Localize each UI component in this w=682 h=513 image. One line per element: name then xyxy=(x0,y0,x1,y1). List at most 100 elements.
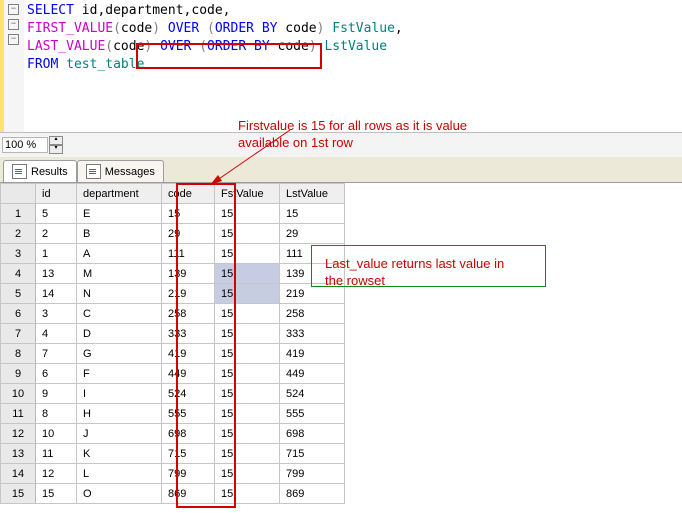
cell-code[interactable]: 219 xyxy=(162,284,215,304)
cell-fstvalue[interactable]: 15 xyxy=(215,304,280,324)
table-row[interactable]: 109I52415524 xyxy=(1,384,345,404)
col-header-id[interactable]: id xyxy=(36,184,77,204)
table-row[interactable]: 87G41915419 xyxy=(1,344,345,364)
cell-department[interactable]: I xyxy=(77,384,162,404)
rownum[interactable]: 9 xyxy=(1,364,36,384)
cell-fstvalue[interactable]: 15 xyxy=(215,444,280,464)
zoom-spinner[interactable]: ▴▾ xyxy=(49,136,63,154)
cell-lstvalue[interactable]: 333 xyxy=(280,324,345,344)
cell-lstvalue[interactable]: 258 xyxy=(280,304,345,324)
cell-code[interactable]: 333 xyxy=(162,324,215,344)
cell-code[interactable]: 869 xyxy=(162,484,215,504)
rownum[interactable]: 15 xyxy=(1,484,36,504)
cell-fstvalue[interactable]: 15 xyxy=(215,204,280,224)
cell-id[interactable]: 6 xyxy=(36,364,77,384)
cell-department[interactable]: L xyxy=(77,464,162,484)
col-header-department[interactable]: department xyxy=(77,184,162,204)
cell-id[interactable]: 11 xyxy=(36,444,77,464)
cell-lstvalue[interactable]: 15 xyxy=(280,204,345,224)
tab-messages[interactable]: Messages xyxy=(77,160,164,182)
table-row[interactable]: 1210J69815698 xyxy=(1,424,345,444)
table-row[interactable]: 22B291529 xyxy=(1,224,345,244)
table-row[interactable]: 63C25815258 xyxy=(1,304,345,324)
table-row[interactable]: 1515O86915869 xyxy=(1,484,345,504)
cell-department[interactable]: F xyxy=(77,364,162,384)
cell-code[interactable]: 29 xyxy=(162,224,215,244)
table-row[interactable]: 118H55515555 xyxy=(1,404,345,424)
cell-id[interactable]: 12 xyxy=(36,464,77,484)
cell-fstvalue[interactable]: 15 xyxy=(215,384,280,404)
cell-code[interactable]: 15 xyxy=(162,204,215,224)
cell-id[interactable]: 5 xyxy=(36,204,77,224)
cell-fstvalue[interactable]: 15 xyxy=(215,284,280,304)
cell-code[interactable]: 698 xyxy=(162,424,215,444)
cell-id[interactable]: 1 xyxy=(36,244,77,264)
cell-lstvalue[interactable]: 555 xyxy=(280,404,345,424)
rownum[interactable]: 6 xyxy=(1,304,36,324)
cell-fstvalue[interactable]: 15 xyxy=(215,464,280,484)
cell-code[interactable]: 715 xyxy=(162,444,215,464)
rownum[interactable]: 14 xyxy=(1,464,36,484)
cell-fstvalue[interactable]: 15 xyxy=(215,364,280,384)
cell-department[interactable]: J xyxy=(77,424,162,444)
fold-toggle[interactable]: − xyxy=(8,34,19,45)
code-text[interactable]: SELECT id,department,code, FIRST_VALUE(c… xyxy=(25,0,682,132)
cell-department[interactable]: M xyxy=(77,264,162,284)
cell-lstvalue[interactable]: 698 xyxy=(280,424,345,444)
results-grid[interactable]: id department code FstValue LstValue 15E… xyxy=(0,183,345,504)
table-row[interactable]: 15E151515 xyxy=(1,204,345,224)
cell-fstvalue[interactable]: 15 xyxy=(215,264,280,284)
rownum[interactable]: 7 xyxy=(1,324,36,344)
cell-code[interactable]: 555 xyxy=(162,404,215,424)
cell-lstvalue[interactable]: 715 xyxy=(280,444,345,464)
cell-id[interactable]: 10 xyxy=(36,424,77,444)
rownum[interactable]: 13 xyxy=(1,444,36,464)
cell-department[interactable]: O xyxy=(77,484,162,504)
cell-lstvalue[interactable]: 869 xyxy=(280,484,345,504)
cell-code[interactable]: 449 xyxy=(162,364,215,384)
cell-lstvalue[interactable]: 799 xyxy=(280,464,345,484)
zoom-input[interactable] xyxy=(2,137,48,153)
table-row[interactable]: 31A11115111 xyxy=(1,244,345,264)
cell-id[interactable]: 9 xyxy=(36,384,77,404)
cell-code[interactable]: 799 xyxy=(162,464,215,484)
table-row[interactable]: 1311K71515715 xyxy=(1,444,345,464)
cell-id[interactable]: 3 xyxy=(36,304,77,324)
cell-department[interactable]: H xyxy=(77,404,162,424)
rownum[interactable]: 8 xyxy=(1,344,36,364)
table-row[interactable]: 514N21915219 xyxy=(1,284,345,304)
cell-code[interactable]: 419 xyxy=(162,344,215,364)
cell-department[interactable]: K xyxy=(77,444,162,464)
rownum[interactable]: 4 xyxy=(1,264,36,284)
cell-id[interactable]: 14 xyxy=(36,284,77,304)
cell-id[interactable]: 15 xyxy=(36,484,77,504)
cell-department[interactable]: A xyxy=(77,244,162,264)
cell-id[interactable]: 8 xyxy=(36,404,77,424)
cell-lstvalue[interactable]: 29 xyxy=(280,224,345,244)
cell-fstvalue[interactable]: 15 xyxy=(215,484,280,504)
cell-department[interactable]: B xyxy=(77,224,162,244)
rownum[interactable]: 10 xyxy=(1,384,36,404)
table-row[interactable]: 74D33315333 xyxy=(1,324,345,344)
col-header-fstvalue[interactable]: FstValue xyxy=(215,184,280,204)
sql-editor[interactable]: − − − SELECT id,department,code, FIRST_V… xyxy=(0,0,682,132)
rownum[interactable]: 3 xyxy=(1,244,36,264)
table-row[interactable]: 96F44915449 xyxy=(1,364,345,384)
table-row[interactable]: 413M13915139 xyxy=(1,264,345,284)
col-header-code[interactable]: code xyxy=(162,184,215,204)
cell-code[interactable]: 524 xyxy=(162,384,215,404)
cell-department[interactable]: N xyxy=(77,284,162,304)
cell-code[interactable]: 258 xyxy=(162,304,215,324)
cell-lstvalue[interactable]: 524 xyxy=(280,384,345,404)
rownum[interactable]: 1 xyxy=(1,204,36,224)
cell-fstvalue[interactable]: 15 xyxy=(215,224,280,244)
cell-id[interactable]: 2 xyxy=(36,224,77,244)
cell-fstvalue[interactable]: 15 xyxy=(215,424,280,444)
tab-results[interactable]: Results xyxy=(3,160,77,182)
cell-id[interactable]: 13 xyxy=(36,264,77,284)
cell-fstvalue[interactable]: 15 xyxy=(215,344,280,364)
fold-toggle[interactable]: − xyxy=(8,19,19,30)
rownum[interactable]: 12 xyxy=(1,424,36,444)
fold-toggle[interactable]: − xyxy=(8,4,19,15)
table-row[interactable]: 1412L79915799 xyxy=(1,464,345,484)
